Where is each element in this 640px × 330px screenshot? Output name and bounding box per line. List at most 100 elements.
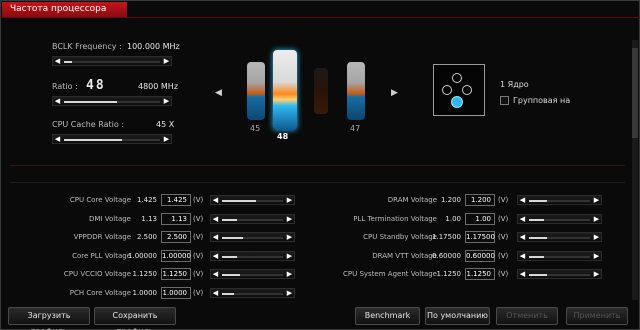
arrow-right-icon[interactable]: ▶ [285,269,294,279]
voltage-unit: (V) [193,288,204,297]
core-cylinder-3[interactable] [314,68,328,114]
scrollbar[interactable] [632,40,638,300]
voltage-unit: (V) [193,196,204,204]
voltage-unit: (V) [193,270,204,278]
voltage-input[interactable]: 1.0000 [161,286,191,299]
prev-core-arrow-icon[interactable]: ◀ [215,88,222,98]
voltage-slider[interactable]: ◀ ▶ [210,269,295,279]
voltage-slider[interactable]: ◀ ▶ [517,195,602,205]
scrollbar-thumb[interactable] [632,48,638,138]
group-label: Групповая на [513,96,571,105]
arrow-right-icon[interactable]: ▶ [162,56,171,66]
ratio-slider[interactable]: ◀ ▶ [52,96,172,106]
arrow-right-icon[interactable]: ▶ [592,195,601,205]
core-selector-panel [433,64,485,116]
arrow-right-icon[interactable]: ▶ [285,288,294,298]
arrow-right-icon[interactable]: ▶ [162,134,171,144]
core-dot-selected[interactable] [451,96,463,108]
arrow-left-icon[interactable]: ◀ [53,56,62,66]
arrow-right-icon[interactable]: ▶ [285,214,294,224]
arrow-right-icon[interactable]: ▶ [285,195,294,205]
apply-button[interactable]: Применить [566,307,628,325]
cache-slider-fill [64,139,122,141]
tab-underline [0,17,640,18]
voltage-label: DRAM Voltage [387,196,437,204]
voltage-slider-fill [222,255,238,258]
voltage-unit: (V) [193,233,204,241]
voltage-slider[interactable]: ◀ ▶ [517,269,602,279]
tab-cpu-frequency[interactable]: Частота процессора [2,2,127,17]
arrow-left-icon[interactable]: ◀ [518,269,527,279]
voltage-slider[interactable]: ◀ ▶ [210,287,295,298]
voltage-current-value: 1.00000 [128,251,157,260]
voltage-slider-fill [222,200,256,202]
default-button[interactable]: По умолчанию [425,307,490,325]
voltage-unit: (V) [193,251,204,260]
voltage-label: CPU System Agent Voltage [343,270,437,278]
arrow-left-icon[interactable]: ◀ [211,251,220,261]
voltage-slider[interactable]: ◀ ▶ [210,213,295,224]
load-profile-button[interactable]: Загрузить профиль [8,307,90,330]
core-cylinder-1[interactable] [247,62,265,120]
core-dot-left[interactable] [442,85,452,95]
group-checkbox[interactable] [500,96,509,105]
voltage-input[interactable]: 1.00 [465,212,495,225]
voltage-input[interactable]: 1.1250 [465,268,495,280]
arrow-left-icon[interactable]: ◀ [518,214,527,224]
voltage-input[interactable]: 1.425 [161,194,191,206]
arrow-left-icon[interactable]: ◀ [518,251,527,261]
arrow-right-icon[interactable]: ▶ [162,96,171,106]
arrow-left-icon[interactable]: ◀ [211,288,220,298]
voltage-input[interactable]: 1.00000 [161,249,191,262]
cache-value: 45 X [156,120,175,129]
arrow-right-icon[interactable]: ▶ [592,214,601,224]
arrow-left-icon[interactable]: ◀ [211,269,220,279]
arrow-right-icon[interactable]: ▶ [285,232,294,242]
voltage-input[interactable]: 1.200 [465,194,495,206]
section-divider [10,165,625,166]
voltage-slider[interactable]: ◀ ▶ [517,213,602,224]
voltage-current-value: 2.500 [136,233,157,241]
voltage-slider-fill [222,218,238,221]
arrow-left-icon[interactable]: ◀ [211,195,220,205]
voltage-input[interactable]: 1.1250 [161,268,191,280]
core-cylinder-2-active[interactable] [273,50,297,130]
next-core-arrow-icon[interactable]: ▶ [391,88,398,98]
voltage-slider[interactable]: ◀ ▶ [210,232,295,242]
benchmark-button[interactable]: Benchmark [355,307,420,325]
voltage-slider[interactable]: ◀ ▶ [210,195,295,205]
arrow-right-icon[interactable]: ▶ [592,251,601,261]
core-dot-top[interactable] [452,73,462,83]
voltage-input[interactable]: 2.500 [161,231,191,243]
ratio-big-value: 48 [86,78,106,93]
core-dot-right[interactable] [462,85,472,95]
core-label-text: 1 Ядро [500,80,529,89]
arrow-left-icon[interactable]: ◀ [518,195,527,205]
voltage-unit: (V) [498,270,509,278]
voltage-label: VPPDDR Voltage [73,233,131,241]
bclk-label: BCLK Frequency : [52,42,122,51]
arrow-left-icon[interactable]: ◀ [518,232,527,242]
arrow-right-icon[interactable]: ▶ [592,269,601,279]
arrow-left-icon[interactable]: ◀ [211,232,220,242]
voltage-slider[interactable]: ◀ ▶ [517,232,602,242]
voltage-slider-fill [222,292,235,295]
arrow-left-icon[interactable]: ◀ [53,96,62,106]
voltage-slider[interactable]: ◀ ▶ [517,250,602,261]
core-cylinder-4[interactable] [347,62,365,120]
bclk-slider[interactable]: ◀ ▶ [52,56,172,66]
voltage-input[interactable]: 1.17500 [465,231,495,243]
cache-slider[interactable]: ◀ ▶ [52,134,172,144]
ratio-mhz: 4800 MHz [138,82,179,91]
voltage-input[interactable]: 1.13 [161,212,191,225]
arrow-left-icon[interactable]: ◀ [211,214,220,224]
save-profile-button[interactable]: Сохранить профиль [94,307,176,330]
voltage-slider-fill [529,218,545,221]
voltage-unit: (V) [498,251,509,260]
arrow-right-icon[interactable]: ▶ [592,232,601,242]
voltage-input[interactable]: 0.60000 [465,249,495,262]
voltage-slider[interactable]: ◀ ▶ [210,250,295,261]
arrow-right-icon[interactable]: ▶ [285,251,294,261]
cancel-button[interactable]: Отменить [496,307,558,325]
arrow-left-icon[interactable]: ◀ [53,134,62,144]
